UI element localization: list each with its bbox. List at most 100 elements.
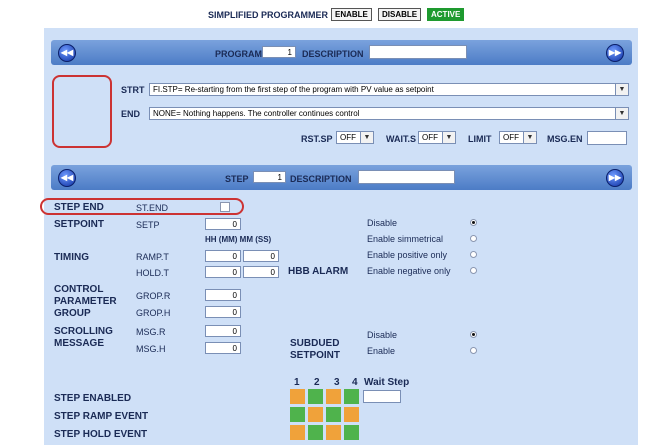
step-end-label: STEP END xyxy=(54,202,104,213)
strt-select[interactable]: FI.STP= Re-starting from the first step … xyxy=(149,83,629,96)
msg-en-label: MSG.EN xyxy=(547,134,583,144)
row-step-ramp-event: STEP RAMP EVENT xyxy=(54,411,149,422)
step-description-input[interactable] xyxy=(358,170,455,184)
ramp-hh-input[interactable]: 0 xyxy=(205,250,241,262)
chevron-down-icon: ▼ xyxy=(360,132,373,143)
event-cell[interactable] xyxy=(326,407,341,422)
hbb-radio-simmetrical[interactable] xyxy=(470,235,477,242)
grid-col-4: 4 xyxy=(352,377,358,388)
setpoint-label: SETPOINT xyxy=(54,219,105,230)
scroll-label-line1: SCROLLING xyxy=(54,326,113,337)
grop-r-input[interactable]: 0 xyxy=(205,289,241,301)
setpoint-input[interactable]: 0 xyxy=(205,218,241,230)
timing-header: HH (MM) MM (SS) xyxy=(205,235,272,244)
ramp-mm-input[interactable]: 0 xyxy=(243,250,279,262)
control-label-line2: PARAMETER xyxy=(54,296,117,307)
hbb-option-negative: Enable negative only xyxy=(367,266,451,276)
strt-select-value: FI.STP= Re-starting from the first step … xyxy=(153,85,434,94)
msg-h-code: MSG.H xyxy=(136,344,166,354)
msg-h-input[interactable]: 0 xyxy=(205,342,241,354)
rst-sp-label: RST.SP xyxy=(301,134,333,144)
grop-h-code: GROP.H xyxy=(136,308,171,318)
hbb-radio-disable[interactable] xyxy=(470,219,477,226)
control-label-line3: GROUP xyxy=(54,308,91,319)
event-cell[interactable] xyxy=(344,425,359,440)
event-cell[interactable] xyxy=(290,425,305,440)
hbb-radio-negative[interactable] xyxy=(470,267,477,274)
event-cell[interactable] xyxy=(308,389,323,404)
limit-select[interactable]: OFF ▼ xyxy=(499,131,537,144)
end-label: END xyxy=(121,109,141,119)
event-cell[interactable] xyxy=(344,389,359,404)
next-step-icon[interactable]: ▶▶ xyxy=(606,169,624,187)
step-end-code: ST.END xyxy=(136,203,169,213)
event-cell[interactable] xyxy=(308,407,323,422)
subdued-label-line1: SUBDUED xyxy=(290,338,340,349)
chevron-down-icon: ▼ xyxy=(442,132,455,143)
msg-en-input[interactable] xyxy=(587,131,627,145)
msg-r-code: MSG.R xyxy=(136,327,166,337)
subdued-radio-disable[interactable] xyxy=(470,331,477,338)
hbb-option-simmetrical: Enable simmetrical xyxy=(367,234,444,244)
event-cell[interactable] xyxy=(344,407,359,422)
program-description-label: DESCRIPTION xyxy=(302,49,364,59)
wait-s-label: WAIT.S xyxy=(386,134,417,144)
program-description-input[interactable] xyxy=(369,45,467,59)
hbb-option-disable: Disable xyxy=(367,218,398,228)
control-label-line1: CONTROL xyxy=(54,284,104,295)
hbb-radio-positive[interactable] xyxy=(470,251,477,258)
wait-s-value: OFF xyxy=(422,133,438,142)
hbb-option-positive: Enable positive only xyxy=(367,250,448,260)
hold-mm-input[interactable]: 0 xyxy=(243,266,279,278)
subdued-option-disable: Disable xyxy=(367,330,398,340)
hold-hh-input[interactable]: 0 xyxy=(205,266,241,278)
step-label: STEP xyxy=(225,174,249,184)
simplified-programmer-label: SIMPLIFIED PROGRAMMER xyxy=(208,10,329,20)
row-step-enabled: STEP ENABLED xyxy=(54,393,132,404)
rst-sp-select[interactable]: OFF ▼ xyxy=(336,131,374,144)
rst-sp-value: OFF xyxy=(340,133,356,142)
strt-label: STRT xyxy=(121,85,145,95)
step-description-label: DESCRIPTION xyxy=(290,174,352,184)
prev-step-icon[interactable]: ◀◀ xyxy=(58,169,76,187)
event-grid xyxy=(290,389,364,443)
event-cell[interactable] xyxy=(326,425,341,440)
prev-program-icon[interactable]: ◀◀ xyxy=(58,44,76,62)
scroll-label-line2: MESSAGE xyxy=(54,338,105,349)
next-program-icon[interactable]: ▶▶ xyxy=(606,44,624,62)
wait-step-input[interactable] xyxy=(363,390,401,403)
event-cell[interactable] xyxy=(326,389,341,404)
grop-r-code: GROP.R xyxy=(136,291,171,301)
end-select[interactable]: NONE= Nothing happens. The controller co… xyxy=(149,107,629,120)
msg-r-input[interactable]: 0 xyxy=(205,325,241,337)
ramp-t-code: RAMP.T xyxy=(136,252,169,262)
chevron-down-icon: ▼ xyxy=(615,108,628,119)
event-cell[interactable] xyxy=(290,407,305,422)
subdued-radio-enable[interactable] xyxy=(470,347,477,354)
limit-value: OFF xyxy=(503,133,519,142)
chevron-down-icon: ▼ xyxy=(615,84,628,95)
wait-s-select[interactable]: OFF ▼ xyxy=(418,131,456,144)
grop-h-input[interactable]: 0 xyxy=(205,306,241,318)
enable-button[interactable]: ENABLE xyxy=(331,8,372,21)
annotation-highlight xyxy=(52,75,112,148)
active-badge: ACTIVE xyxy=(427,8,465,21)
setpoint-code: SETP xyxy=(136,220,160,230)
hbb-alarm-label: HBB ALARM xyxy=(288,266,349,277)
wait-step-label: Wait Step xyxy=(364,377,410,388)
chevron-down-icon: ▼ xyxy=(523,132,536,143)
step-number-input[interactable]: 1 xyxy=(253,171,286,183)
event-cell[interactable] xyxy=(290,389,305,404)
grid-col-3: 3 xyxy=(334,377,340,388)
row-step-hold-event: STEP HOLD EVENT xyxy=(54,429,148,440)
end-select-value: NONE= Nothing happens. The controller co… xyxy=(153,109,360,118)
subdued-label-line2: SETPOINT xyxy=(290,350,341,361)
step-end-checkbox[interactable] xyxy=(220,202,230,212)
event-cell[interactable] xyxy=(308,425,323,440)
program-number-input[interactable]: 1 xyxy=(262,46,296,58)
timing-label: TIMING xyxy=(54,252,89,263)
disable-button[interactable]: DISABLE xyxy=(378,8,422,21)
program-label: PROGRAM xyxy=(215,49,262,59)
subdued-option-enable: Enable xyxy=(367,346,396,356)
grid-col-1: 1 xyxy=(294,377,300,388)
